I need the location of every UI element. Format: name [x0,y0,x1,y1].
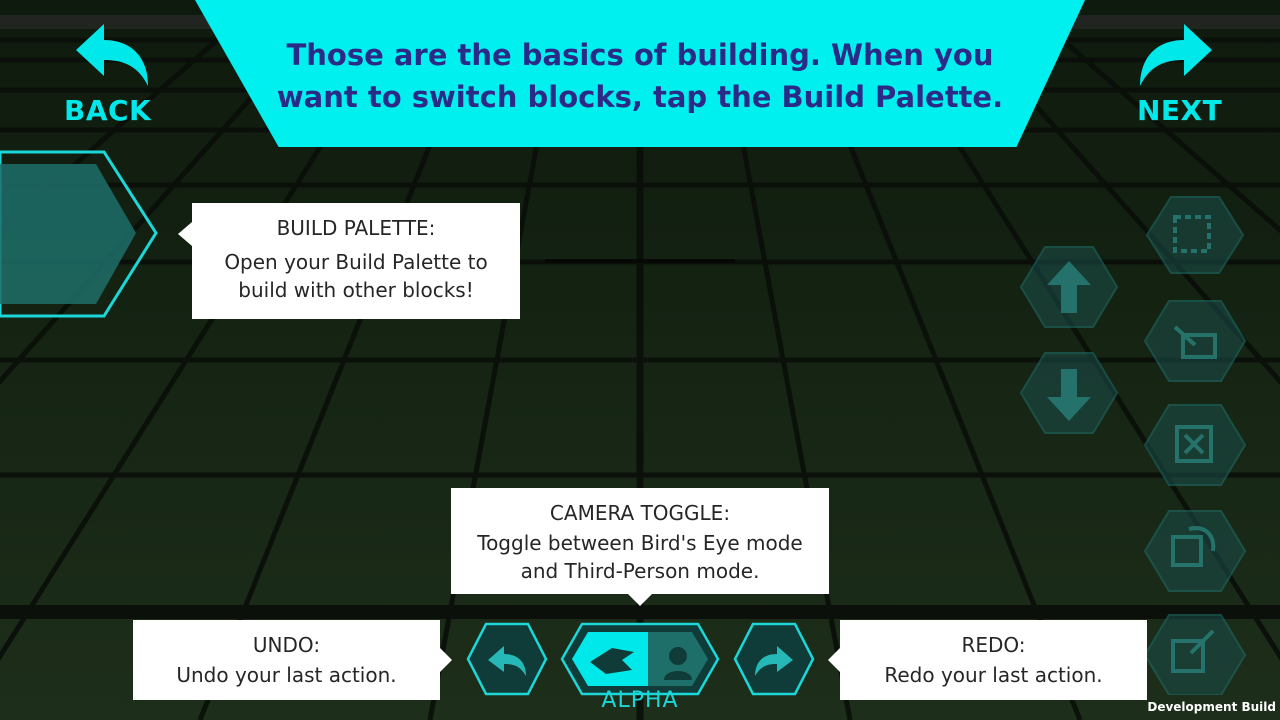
build-palette-line-2: build with other blocks! [238,278,474,302]
development-build-label: Development Build [1147,700,1276,714]
camera-toggle-line-1: Toggle between Bird's Eye mode [477,531,803,555]
undo-title: UNDO: [252,633,321,657]
back-button[interactable]: BACK [56,14,156,130]
instruction-banner: Those are the basics of building. When y… [195,0,1085,147]
camera-toggle-pointer [628,594,652,606]
redo-button[interactable] [733,622,815,696]
back-label: BACK [64,94,152,127]
next-arrow-icon [1140,24,1212,86]
redo-title: REDO: [961,633,1026,657]
back-arrow-icon [76,24,148,86]
build-palette-title: BUILD PALETTE: [276,216,436,240]
build-palette-button[interactable] [0,150,160,318]
undo-pointer [440,648,452,672]
redo-callout: REDO: Redo your last action. [840,620,1147,700]
camera-toggle-title: CAMERA TOGGLE: [549,501,731,525]
build-palette-pointer [178,222,192,246]
redo-line-1: Redo your last action. [884,663,1103,687]
undo-button[interactable] [466,622,548,696]
build-palette-line-1: Open your Build Palette to [224,250,488,274]
camera-toggle-callout: CAMERA TOGGLE: Toggle between Bird's Eye… [451,488,829,594]
camera-mode-label: ALPHA [601,688,679,713]
banner-line-2: want to switch blocks, tap the Build Pal… [276,80,1004,114]
next-button[interactable]: NEXT [1128,14,1228,130]
next-label: NEXT [1137,94,1223,127]
redo-pointer [828,648,840,672]
camera-toggle-button[interactable] [560,622,720,696]
banner-text: Those are the basics of building. When y… [275,34,1005,118]
camera-toggle-line-2: and Third-Person mode. [520,559,760,583]
undo-callout: UNDO: Undo your last action. [133,620,440,700]
build-palette-callout: BUILD PALETTE: Open your Build Palette t… [192,203,520,319]
undo-line-1: Undo your last action. [176,663,397,687]
banner-line-1: Those are the basics of building. When y… [286,38,994,72]
